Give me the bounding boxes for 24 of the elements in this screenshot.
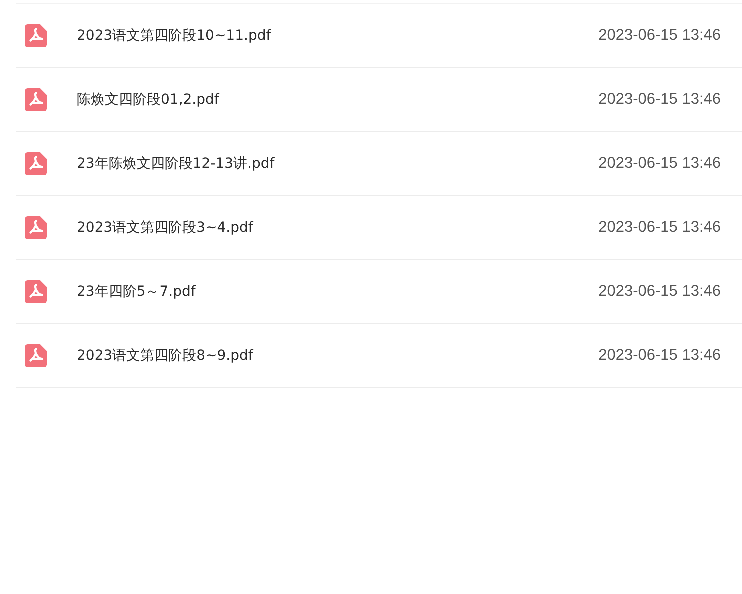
file-name: 2023语文第四阶段8~9.pdf xyxy=(77,346,254,364)
file-row[interactable]: 陈焕文四阶段01,2.pdf 2023-06-15 13:46 xyxy=(16,68,742,132)
file-name: 2023语文第四阶段10~11.pdf xyxy=(77,26,272,44)
modified-time: 2023-06-15 13:46 xyxy=(598,218,721,236)
file-row[interactable]: 2023语文第四阶段10~11.pdf 2023-06-15 13:46 xyxy=(16,4,742,68)
modified-time: 2023-06-15 13:46 xyxy=(598,154,721,172)
modified-time: 2023-06-15 13:46 xyxy=(598,26,721,44)
modified-time: 2023-06-15 13:46 xyxy=(598,282,721,300)
file-name: 23年陈焕文四阶段12-13讲.pdf xyxy=(77,154,276,172)
modified-time: 2023-06-15 13:46 xyxy=(598,346,721,364)
file-name: 23年四阶5～7.pdf xyxy=(77,282,197,300)
pdf-file-icon xyxy=(25,280,48,304)
file-name: 2023语文第四阶段3~4.pdf xyxy=(77,218,254,236)
file-row[interactable]: 2023语文第四阶段3~4.pdf 2023-06-15 13:46 xyxy=(16,196,742,260)
file-row[interactable]: 23年陈焕文四阶段12-13讲.pdf 2023-06-15 13:46 xyxy=(16,132,742,196)
file-name: 陈焕文四阶段01,2.pdf xyxy=(77,90,220,108)
pdf-file-icon xyxy=(25,344,48,368)
modified-time: 2023-06-15 13:46 xyxy=(598,90,721,108)
file-row[interactable]: 23年四阶5～7.pdf 2023-06-15 13:46 xyxy=(16,260,742,324)
pdf-file-icon xyxy=(25,216,48,240)
file-row[interactable]: 2023语文第四阶段8~9.pdf 2023-06-15 13:46 xyxy=(16,324,742,388)
pdf-file-icon xyxy=(25,24,48,48)
pdf-file-icon xyxy=(25,88,48,112)
pdf-file-icon xyxy=(25,152,48,176)
